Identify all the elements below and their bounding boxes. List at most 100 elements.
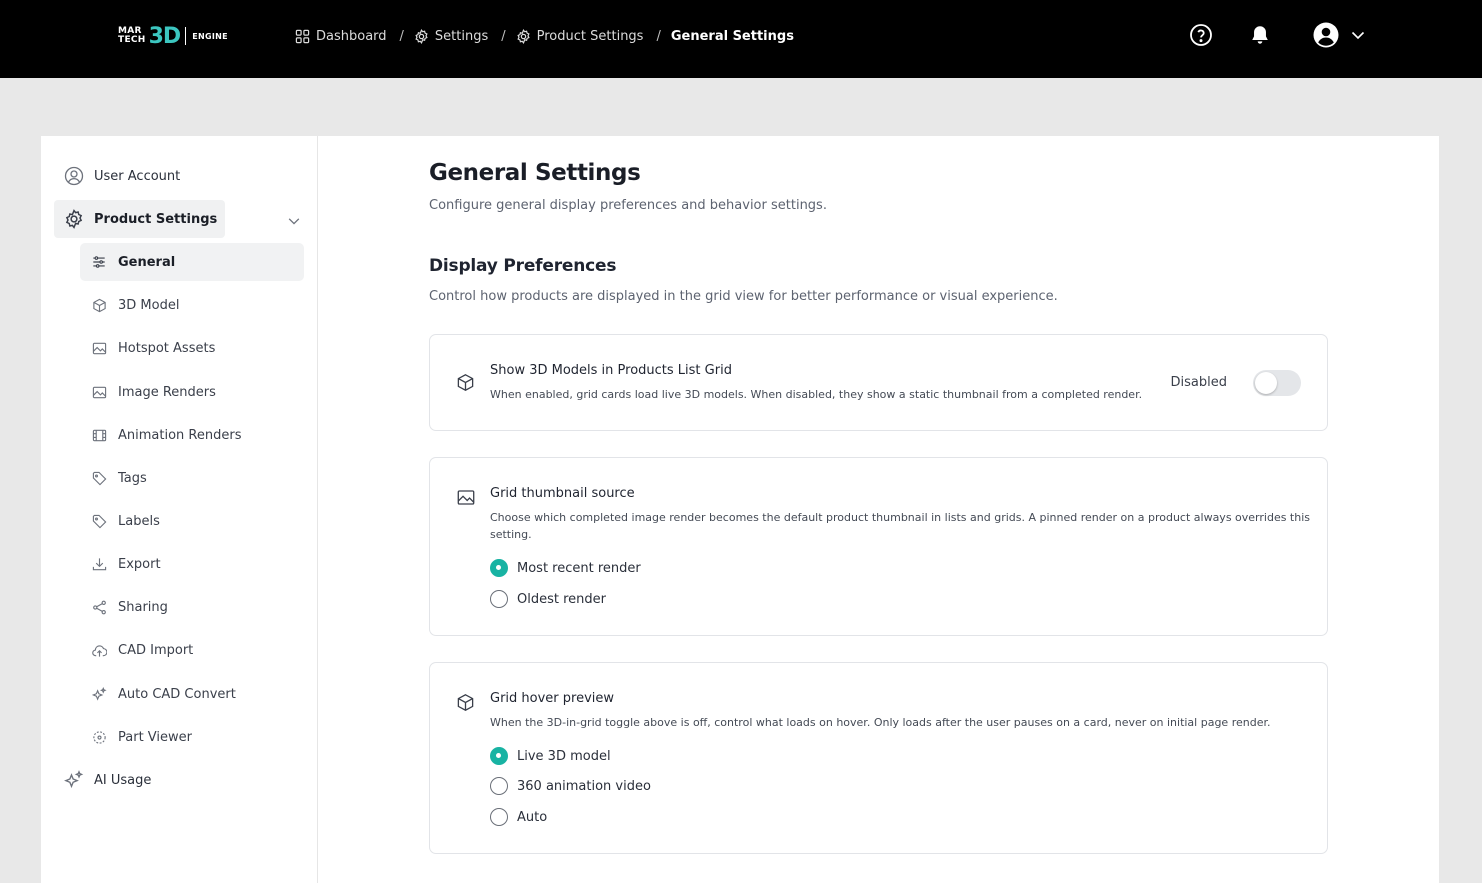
sidebar-item-product-settings[interactable]: Product Settings (54, 200, 226, 238)
sidebar-item-label: Product Settings (94, 211, 218, 227)
grid-icon (295, 29, 310, 43)
grid-hover-preview-card: Grid hover preview When the 3D-in-grid t… (429, 662, 1328, 854)
cloud-upload-icon (80, 643, 118, 658)
sidebar-item-image-renders[interactable]: Image Renders (80, 373, 304, 411)
sidebar-item-label: Part Viewer (118, 729, 192, 745)
radio-360-animation-video[interactable]: 360 animation video (490, 776, 651, 796)
image-icon (80, 385, 118, 400)
sidebar-item-label: Auto CAD Convert (118, 686, 236, 702)
sidebar-item-label: General (118, 254, 176, 270)
sidebar-item-sharing[interactable]: Sharing (80, 588, 304, 626)
main-panel: User Account Product Settings General 3D… (41, 136, 1439, 883)
breadcrumb-separator: / (656, 28, 661, 44)
breadcrumb-separator: / (501, 28, 506, 44)
radio-label: Live 3D model (517, 748, 611, 764)
card-title: Grid thumbnail source (490, 486, 635, 501)
help-icon[interactable] (1188, 22, 1214, 48)
gear-icon (516, 28, 530, 44)
tag-icon (80, 514, 118, 529)
sidebar-item-label: Animation Renders (118, 427, 242, 443)
cube-icon (80, 298, 118, 313)
radio-oldest-render[interactable]: Oldest render (490, 589, 606, 609)
toggle-status-label: Disabled (1170, 375, 1227, 390)
sidebar-item-labels[interactable]: Labels (80, 502, 304, 540)
logo-divider (185, 27, 187, 45)
card-description: When the 3D-in-grid toggle above is off,… (490, 716, 1271, 729)
card-title: Show 3D Models in Products List Grid (490, 363, 732, 378)
brand-logo[interactable]: MAR TECH 3D ENGINE (118, 24, 228, 49)
radio-most-recent-render[interactable]: Most recent render (490, 558, 641, 578)
sidebar-item-label: Hotspot Assets (118, 340, 216, 356)
breadcrumb-label: General Settings (670, 28, 794, 44)
breadcrumb-label: Product Settings (536, 28, 644, 44)
breadcrumb-settings[interactable]: Settings (414, 29, 488, 44)
sidebar-item-animation-renders[interactable]: Animation Renders (80, 416, 304, 454)
image-icon (80, 341, 118, 356)
section-title: Display Preferences (429, 256, 617, 276)
sparkles-icon (54, 770, 94, 790)
radio-label: Oldest render (517, 591, 606, 607)
cube-icon (456, 693, 475, 716)
sidebar-item-general[interactable]: General (80, 243, 304, 281)
image-icon (456, 488, 476, 511)
download-icon (80, 557, 118, 572)
logo-mar-tech: MAR TECH (118, 27, 146, 45)
breadcrumb: Dashboard / Settings / Product Settings … (295, 25, 794, 47)
share-icon (80, 600, 118, 615)
sidebar-item-label: Tags (118, 470, 147, 486)
radio-auto[interactable]: Auto (490, 807, 547, 827)
show-3d-models-toggle[interactable] (1253, 370, 1301, 396)
radio-label: 360 animation video (517, 778, 651, 794)
breadcrumb-label: Settings (434, 28, 489, 44)
radio-unselected (490, 777, 508, 795)
radio-selected (490, 747, 508, 765)
breadcrumb-product-settings[interactable]: Product Settings (516, 28, 644, 44)
gear-icon (54, 209, 94, 229)
section-subtitle: Control how products are displayed in th… (429, 289, 1058, 304)
user-circle-icon (54, 166, 94, 186)
radio-unselected (490, 808, 508, 826)
show-3d-models-card: Show 3D Models in Products List Grid Whe… (429, 334, 1328, 431)
sidebar-item-hotspot-assets[interactable]: Hotspot Assets (80, 329, 304, 367)
chevron-down-icon[interactable] (1345, 22, 1371, 48)
card-title: Grid hover preview (490, 691, 615, 706)
logo-text-bottom: TECH (118, 35, 146, 45)
sidebar-item-export[interactable]: Export (80, 545, 304, 583)
radio-selected (490, 559, 508, 577)
toggle-knob (1255, 372, 1277, 394)
breadcrumb-separator: / (399, 28, 404, 44)
chevron-down-icon[interactable] (287, 213, 301, 232)
sliders-icon (80, 255, 118, 269)
sidebar-item-part-viewer[interactable]: Part Viewer (80, 718, 304, 756)
breadcrumb-general-settings: General Settings (671, 29, 794, 44)
radio-unselected (490, 590, 508, 608)
sidebar-item-cad-import[interactable]: CAD Import (80, 631, 304, 669)
sidebar-item-label: AI Usage (94, 772, 152, 788)
breadcrumb-label: Dashboard (316, 28, 387, 44)
sidebar-item-auto-cad-convert[interactable]: Auto CAD Convert (80, 675, 304, 713)
sidebar-item-label: 3D Model (118, 297, 180, 313)
bell-icon[interactable] (1247, 22, 1273, 48)
viewer-icon (80, 730, 118, 745)
tag-icon (80, 471, 118, 486)
sidebar: User Account Product Settings General 3D… (41, 136, 318, 883)
sidebar-item-user-account[interactable]: User Account (54, 157, 180, 195)
radio-live-3d-model[interactable]: Live 3D model (490, 746, 611, 766)
sidebar-item-ai-usage[interactable]: AI Usage (54, 761, 151, 799)
sidebar-item-3d-model[interactable]: 3D Model (80, 286, 304, 324)
film-icon (80, 428, 118, 443)
page-subtitle: Configure general display preferences an… (429, 198, 827, 213)
sparkles-icon (80, 686, 118, 702)
sidebar-item-label: Labels (118, 513, 160, 529)
radio-label: Auto (517, 809, 548, 825)
sidebar-item-label: Sharing (118, 599, 168, 615)
sidebar-item-label: Export (118, 556, 161, 572)
sidebar-item-tags[interactable]: Tags (80, 459, 304, 497)
user-avatar-icon[interactable] (1313, 22, 1339, 48)
sidebar-item-label: Image Renders (118, 384, 216, 400)
breadcrumb-dashboard[interactable]: Dashboard (295, 29, 387, 44)
sidebar-item-label: User Account (94, 168, 181, 184)
logo-engine: ENGINE (192, 31, 228, 41)
cube-icon (456, 373, 475, 396)
sidebar-item-label: CAD Import (118, 642, 194, 658)
